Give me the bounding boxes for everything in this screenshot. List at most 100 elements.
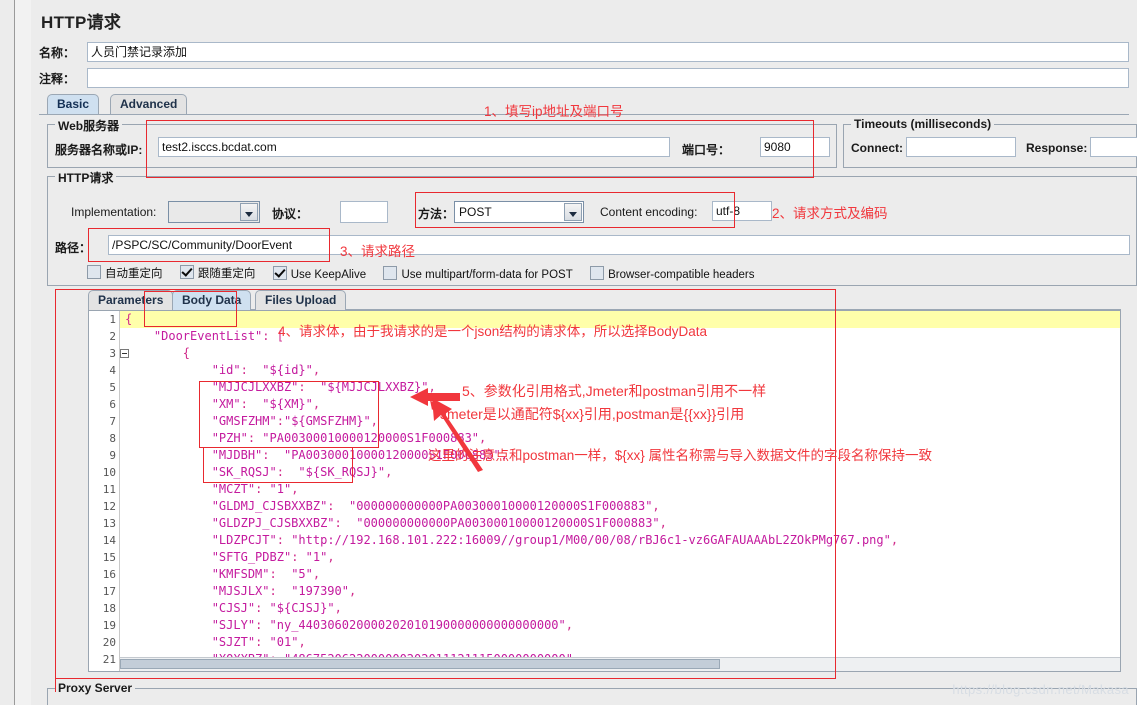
annotation-text-5-line1: 5、参数化引用格式,Jmeter和postman引用不一样 bbox=[462, 383, 767, 399]
connect-timeout-label: Connect: bbox=[851, 141, 903, 155]
proxy-server-group-title: Proxy Server bbox=[55, 681, 136, 695]
body-tabstrip: Parameters Body Data Files Upload bbox=[88, 290, 1121, 310]
checkbox-box[interactable] bbox=[383, 265, 398, 280]
chevron-down-icon[interactable] bbox=[564, 203, 582, 221]
method-select[interactable]: POST bbox=[454, 201, 584, 223]
line-number: 15 bbox=[102, 551, 116, 564]
response-timeout-label: Response: bbox=[1026, 141, 1088, 155]
tab-parameters[interactable]: Parameters bbox=[88, 290, 174, 310]
watermark: https://blog.csdn.net/Makasa bbox=[952, 682, 1129, 697]
code-line[interactable]: "MJSJLX": "197390", bbox=[120, 583, 1120, 600]
protocol-input[interactable] bbox=[340, 201, 388, 223]
implementation-select[interactable] bbox=[168, 201, 260, 223]
code-line[interactable]: "id": "${id}", bbox=[120, 362, 1120, 379]
line-number: 3 bbox=[89, 345, 129, 362]
line-number: 9 bbox=[109, 449, 116, 462]
timeouts-group: Timeouts (milliseconds) Connect: Respons… bbox=[843, 117, 1137, 168]
comment-input[interactable] bbox=[87, 68, 1129, 88]
checkbox-box[interactable] bbox=[272, 265, 287, 280]
connect-timeout-input[interactable] bbox=[906, 137, 1016, 157]
checkbox-box[interactable] bbox=[590, 265, 605, 280]
path-input[interactable]: /PSPC/SC/Community/DoorEvent bbox=[108, 235, 1130, 255]
http-request-group-title: HTTP请求 bbox=[55, 169, 117, 186]
code-line[interactable]: "LDZPCJT": "http://192.168.101.222:16009… bbox=[120, 532, 1120, 549]
response-timeout-input[interactable] bbox=[1090, 137, 1137, 157]
web-server-group-title: Web服务器 bbox=[55, 117, 123, 134]
request-options-checkbox-row: 自动重定向 跟随重定向 Use KeepAlive Use multipart/… bbox=[87, 265, 768, 281]
checkbox-box[interactable] bbox=[179, 265, 194, 279]
line-number: 17 bbox=[102, 585, 116, 598]
code-line[interactable]: "GLDMJ_CJSBXXBZ": "000000000000PA0030001… bbox=[120, 498, 1120, 515]
checkbox-auto-redirect[interactable]: 自动重定向 bbox=[87, 265, 163, 281]
code-line[interactable]: "SFTG_PDBZ": "1", bbox=[120, 549, 1120, 566]
editor-horizontal-scrollbar[interactable] bbox=[120, 657, 1120, 671]
page-title: HTTP请求 bbox=[41, 13, 122, 32]
checkbox-label: Browser-compatible headers bbox=[608, 268, 755, 281]
line-number: 2 bbox=[109, 330, 116, 343]
body-data-editor[interactable]: 1234567891011121314151617181920212223 { … bbox=[88, 310, 1121, 672]
path-label: 路径： bbox=[55, 241, 92, 255]
tab-files-upload[interactable]: Files Upload bbox=[255, 290, 347, 310]
checkbox-label: 自动重定向 bbox=[105, 268, 163, 280]
line-number: 10 bbox=[102, 466, 116, 479]
method-label: 方法： bbox=[418, 207, 455, 221]
line-number: 21 bbox=[102, 653, 116, 666]
code-line[interactable]: "CJSJ": "${CJSJ}", bbox=[120, 600, 1120, 617]
line-number: 12 bbox=[102, 500, 116, 513]
annotation-text-6: 这里的注意点和postman一样，${xx} 属性名称需与导入数据文件的字段名称… bbox=[428, 448, 933, 463]
tab-body-data[interactable]: Body Data bbox=[172, 290, 252, 310]
comment-row: 注释： bbox=[39, 68, 1129, 88]
line-number: 1 bbox=[89, 311, 129, 328]
checkbox-label: Use multipart/form-data for POST bbox=[401, 268, 573, 281]
content-encoding-input[interactable]: utf-8 bbox=[712, 201, 772, 221]
server-port-input[interactable]: 9080 bbox=[760, 137, 830, 157]
line-number: 22 bbox=[89, 668, 119, 671]
line-number: 14 bbox=[102, 534, 116, 547]
editor-code-area[interactable]: { "DoorEventList": [ { "id": "${id}", "M… bbox=[120, 311, 1120, 671]
method-value: POST bbox=[459, 205, 492, 219]
checkbox-label: 跟随重定向 bbox=[197, 268, 256, 280]
annotation-text-1: 1、填写ip地址及端口号 bbox=[484, 104, 624, 119]
code-line[interactable]: { bbox=[120, 345, 1120, 362]
line-number: 7 bbox=[109, 415, 116, 428]
scrollbar-thumb[interactable] bbox=[120, 659, 720, 669]
checkbox-multipart-form-data[interactable]: Use multipart/form-data for POST bbox=[383, 265, 573, 281]
code-line[interactable]: "KMFSDM": "5", bbox=[120, 566, 1120, 583]
tab-basic[interactable]: Basic bbox=[47, 94, 100, 114]
line-number: 6 bbox=[109, 398, 116, 411]
annotation-text-4: 4、请求体，由于我请求的是一个json结构的请求体，所以选择BodyData bbox=[278, 324, 708, 339]
name-label: 名称： bbox=[39, 46, 76, 60]
left-gutter-strip bbox=[0, 0, 31, 705]
code-line[interactable]: "MCZT": "1", bbox=[120, 481, 1120, 498]
content-encoding-label: Content encoding: bbox=[600, 205, 698, 219]
line-number: 13 bbox=[102, 517, 116, 530]
line-number: 18 bbox=[102, 602, 116, 615]
annotation-text-3: 3、请求路径 bbox=[340, 244, 416, 259]
code-line[interactable]: "GLDZPJ_CJSBXXBZ": "000000000000PA003000… bbox=[120, 515, 1120, 532]
line-number: 20 bbox=[102, 636, 116, 649]
name-row: 名称： 人员门禁记录添加 bbox=[39, 42, 1129, 62]
server-host-label: 服务器名称或IP: bbox=[55, 143, 143, 157]
checkbox-use-keepalive[interactable]: Use KeepAlive bbox=[272, 265, 367, 281]
name-input[interactable]: 人员门禁记录添加 bbox=[87, 42, 1129, 62]
code-line[interactable]: "SJZT": "01", bbox=[120, 634, 1120, 651]
timeouts-group-title: Timeouts (milliseconds) bbox=[851, 117, 995, 131]
code-line[interactable]: "SK_RQSJ": "${SK_RQSJ}", bbox=[120, 464, 1120, 481]
chevron-down-icon[interactable] bbox=[240, 203, 258, 221]
line-number: 16 bbox=[102, 568, 116, 581]
checkbox-box[interactable] bbox=[87, 265, 101, 279]
annotation-text-2: 2、请求方式及编码 bbox=[772, 206, 888, 221]
server-host-input[interactable]: test2.isccs.bcdat.com bbox=[158, 137, 670, 157]
protocol-label: 协议： bbox=[272, 207, 309, 221]
checkbox-browser-compatible-headers[interactable]: Browser-compatible headers bbox=[590, 265, 755, 281]
line-number: 11 bbox=[102, 483, 116, 496]
jmeter-http-request-screen: HTTP请求 名称： 人员门禁记录添加 注释： Basic Advanced W… bbox=[0, 0, 1137, 705]
code-line[interactable]: "SJLY": "ny_4403060200002020101900000000… bbox=[120, 617, 1120, 634]
tab-advanced[interactable]: Advanced bbox=[110, 94, 188, 114]
checkbox-label: Use KeepAlive bbox=[290, 268, 367, 281]
comment-label: 注释： bbox=[39, 72, 76, 86]
line-number: 8 bbox=[109, 432, 116, 445]
line-number: 5 bbox=[109, 381, 116, 394]
checkbox-follow-redirect[interactable]: 跟随重定向 bbox=[179, 265, 256, 281]
server-port-label: 端口号： bbox=[682, 143, 731, 157]
